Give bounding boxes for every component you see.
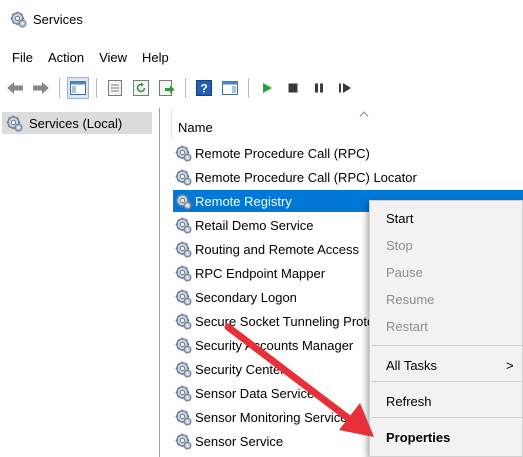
toolbar-separator	[96, 78, 97, 98]
forward-icon[interactable]	[30, 77, 52, 99]
service-gear-icon	[175, 409, 192, 426]
stop-service-icon[interactable]	[282, 77, 304, 99]
back-icon[interactable]	[4, 77, 26, 99]
column-header-label: Name	[178, 120, 213, 135]
pause-service-icon[interactable]	[308, 77, 330, 99]
service-gear-icon	[175, 265, 192, 282]
service-gear-icon	[175, 361, 192, 378]
menu-item-properties[interactable]: Properties	[386, 430, 450, 445]
service-gear-icon	[175, 289, 192, 306]
menu-item-stop: Stop	[386, 238, 413, 253]
tree-item-services-local[interactable]: Services (Local)	[2, 112, 152, 134]
show-hide-tree-icon[interactable]	[67, 77, 89, 99]
sort-ascending-icon	[359, 108, 369, 120]
window-title-bar: Services	[0, 0, 523, 38]
properties-icon[interactable]	[104, 77, 126, 99]
service-gear-icon	[175, 145, 192, 162]
service-gear-icon	[175, 433, 192, 450]
service-gear-icon	[175, 241, 192, 258]
toolbar-separator	[248, 78, 249, 98]
service-gear-icon	[175, 385, 192, 402]
help-icon[interactable]: ?	[193, 77, 215, 99]
toolbar-separator	[185, 78, 186, 98]
menu-item-start[interactable]: Start	[386, 211, 413, 226]
list-item[interactable]: Remote Procedure Call (RPC)	[173, 142, 523, 164]
services-gear-icon	[10, 11, 27, 28]
tree-item-label: Services (Local)	[29, 115, 123, 131]
svg-text:?: ?	[200, 82, 207, 96]
menu-help[interactable]: Help	[136, 50, 178, 65]
menu-item-refresh[interactable]: Refresh	[386, 394, 432, 409]
menu-separator	[372, 417, 522, 418]
service-gear-icon	[175, 193, 192, 210]
services-gear-icon	[6, 115, 23, 132]
menu-item-resume: Resume	[386, 292, 435, 307]
menu-bar: File Action View Help	[0, 47, 178, 67]
menu-item-pause: Pause	[386, 265, 423, 280]
refresh-icon[interactable]	[130, 77, 152, 99]
console-tree-pane: Services (Local)	[0, 108, 160, 457]
show-hide-action-pane-icon[interactable]	[219, 77, 241, 99]
menu-item-all-tasks[interactable]: All Tasks	[386, 358, 437, 373]
service-gear-icon	[175, 313, 192, 330]
service-gear-icon	[175, 337, 192, 354]
service-gear-icon	[175, 169, 192, 186]
menu-action[interactable]: Action	[42, 50, 93, 65]
column-header-name[interactable]: Name	[171, 108, 523, 140]
menu-file[interactable]: File	[6, 50, 42, 65]
toolbar: ?	[0, 74, 523, 102]
restart-service-icon[interactable]	[334, 77, 356, 99]
menu-view[interactable]: View	[93, 50, 136, 65]
context-menu: Start Stop Pause Resume Restart All Task…	[369, 200, 523, 457]
list-item[interactable]: Remote Procedure Call (RPC) Locator	[173, 166, 523, 188]
export-list-icon[interactable]	[156, 77, 178, 99]
start-service-icon[interactable]	[256, 77, 278, 99]
service-gear-icon	[175, 217, 192, 234]
toolbar-separator	[59, 78, 60, 98]
chevron-right-icon: >	[506, 358, 514, 373]
window-title: Services	[33, 11, 83, 27]
menu-separator	[372, 381, 522, 382]
menu-item-restart: Restart	[386, 319, 428, 334]
menu-separator	[372, 345, 522, 346]
